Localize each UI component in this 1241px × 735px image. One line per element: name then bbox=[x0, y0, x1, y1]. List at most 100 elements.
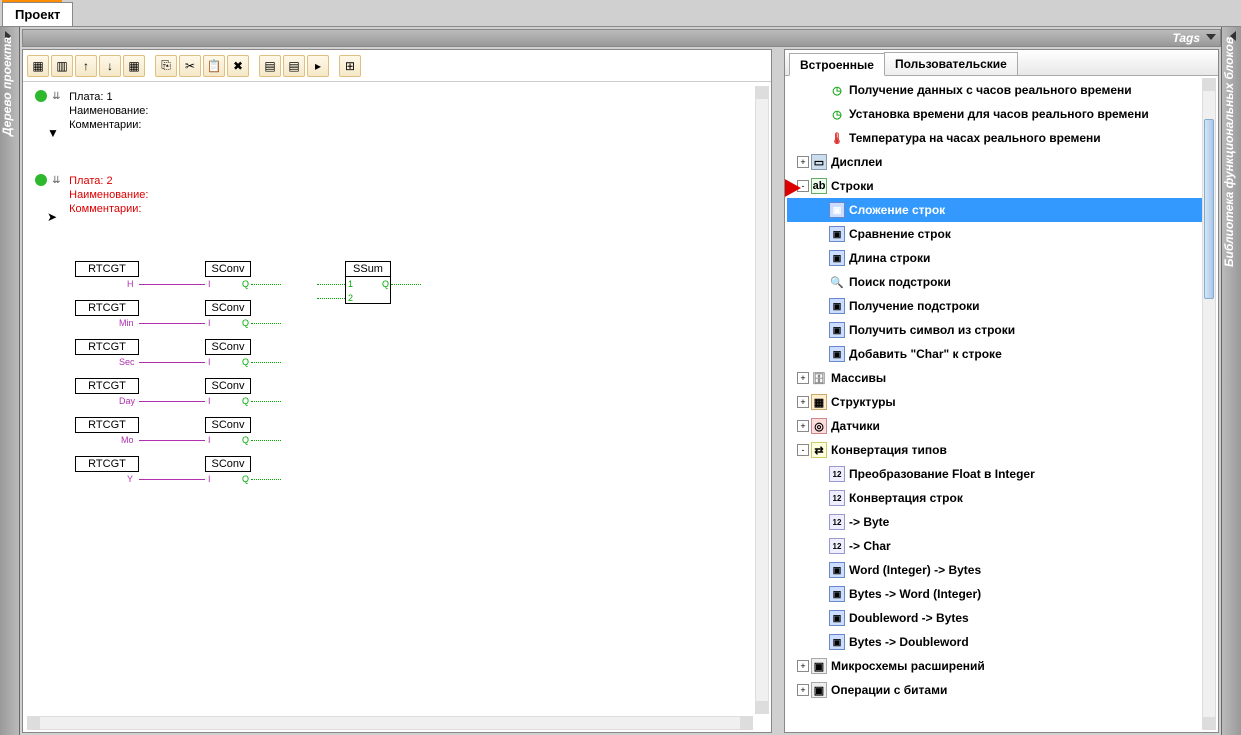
left-sidebar-collapsed[interactable]: Дерево проекта bbox=[0, 27, 20, 735]
block-sconv[interactable]: SConv bbox=[205, 378, 251, 394]
tree-item[interactable]: +▭Дисплеи bbox=[787, 150, 1202, 174]
tool-cut[interactable]: ✂ bbox=[179, 55, 201, 77]
block-rtcgt[interactable]: RTCGT bbox=[75, 261, 139, 277]
tree-item[interactable]: +▣Микросхемы расширений bbox=[787, 654, 1202, 678]
block-rtcgt[interactable]: RTCGT bbox=[75, 417, 139, 433]
tree-item[interactable]: +🗄Массивы bbox=[787, 366, 1202, 390]
tree-item[interactable]: +▦Структуры bbox=[787, 390, 1202, 414]
canvas-scrollbar-v[interactable] bbox=[755, 86, 769, 714]
string-icon: ab bbox=[811, 178, 827, 194]
scroll-up-icon[interactable] bbox=[1203, 79, 1215, 91]
highlight-arrow-icon bbox=[784, 178, 805, 198]
tool-btn-10[interactable]: ▤ bbox=[259, 55, 281, 77]
tree-item[interactable]: ▣Сложение строк bbox=[787, 198, 1202, 222]
tree-item[interactable]: 12Преобразование Float в Integer bbox=[787, 462, 1202, 486]
wire bbox=[251, 440, 281, 441]
canvas-toolbar: ▦ ▥ ↑ ↓ ▦ ⎘ ✂ 📋 ✖ ▤ ▤ ▸ ⊞ bbox=[23, 50, 771, 82]
tree-item[interactable]: ▣Сравнение строк bbox=[787, 222, 1202, 246]
tree-item[interactable]: 🌡Температура на часах реального времени bbox=[787, 126, 1202, 150]
expander-icon[interactable]: + bbox=[797, 372, 809, 384]
block-sconv[interactable]: SConv bbox=[205, 261, 251, 277]
tool-btn-13[interactable]: ⊞ bbox=[339, 55, 361, 77]
tool-btn-2[interactable]: ▥ bbox=[51, 55, 73, 77]
block-rtcgt[interactable]: RTCGT bbox=[75, 339, 139, 355]
tree-item[interactable]: 12-> Char bbox=[787, 534, 1202, 558]
scroll-right-icon[interactable] bbox=[740, 717, 752, 729]
tree-item[interactable]: -abСтроки bbox=[787, 174, 1202, 198]
block-rtcgt[interactable]: RTCGT bbox=[75, 456, 139, 472]
tab-builtin[interactable]: Встроенные bbox=[789, 53, 885, 76]
canvas-scrollbar-h[interactable] bbox=[27, 716, 753, 730]
expander-icon[interactable]: - bbox=[797, 444, 809, 456]
scroll-up-icon[interactable] bbox=[756, 87, 768, 99]
right-sidebar-collapsed[interactable]: Библиотека функциональных блоков bbox=[1221, 27, 1241, 735]
tool-down[interactable]: ↓ bbox=[99, 55, 121, 77]
scroll-down-icon[interactable] bbox=[756, 701, 768, 713]
fb-icon: ▣ bbox=[829, 202, 845, 218]
tree-item[interactable]: ▣Получение подстроки bbox=[787, 294, 1202, 318]
tree-item-label: -> Char bbox=[849, 539, 891, 553]
tree-item[interactable]: 12-> Byte bbox=[787, 510, 1202, 534]
tree-item[interactable]: ▣Получить символ из строки bbox=[787, 318, 1202, 342]
tree-item[interactable]: ▣Word (Integer) -> Bytes bbox=[787, 558, 1202, 582]
tool-btn-12[interactable]: ▸ bbox=[307, 55, 329, 77]
tool-btn-5[interactable]: ▦ bbox=[123, 55, 145, 77]
tree-item[interactable]: ▣Bytes -> Word (Integer) bbox=[787, 582, 1202, 606]
project-tab[interactable]: Проект bbox=[2, 2, 73, 26]
expander-icon[interactable]: + bbox=[797, 156, 809, 168]
scroll-down-icon[interactable] bbox=[1203, 717, 1215, 729]
wire bbox=[251, 284, 281, 285]
expander-icon[interactable]: + bbox=[797, 660, 809, 672]
tree-item-label: -> Byte bbox=[849, 515, 889, 529]
block-sconv[interactable]: SConv bbox=[205, 417, 251, 433]
search-icon: 🔍 bbox=[829, 274, 845, 290]
number-icon: 12 bbox=[829, 490, 845, 506]
tool-btn-11[interactable]: ▤ bbox=[283, 55, 305, 77]
scroll-left-icon[interactable] bbox=[28, 717, 40, 729]
block-rtcgt[interactable]: RTCGT bbox=[75, 300, 139, 316]
tags-bar[interactable]: Tags bbox=[22, 29, 1221, 47]
tree-item[interactable]: 12Конвертация строк bbox=[787, 486, 1202, 510]
tree-item[interactable]: -⇄Конвертация типов bbox=[787, 438, 1202, 462]
tree-item[interactable]: ▣Bytes -> Doubleword bbox=[787, 630, 1202, 654]
library-tree[interactable]: ◷ Получение данных с часов реального врем… bbox=[787, 78, 1202, 730]
expander-icon[interactable]: + bbox=[797, 684, 809, 696]
canvas-panel: ▦ ▥ ↑ ↓ ▦ ⎘ ✂ 📋 ✖ ▤ ▤ ▸ ⊞ ⇊ Плата: 1 bbox=[22, 49, 772, 733]
tool-copy[interactable]: ⎘ bbox=[155, 55, 177, 77]
fb-icon: ▣ bbox=[829, 250, 845, 266]
board-2[interactable]: ⇊ Плата: 2 Наименование: Комментарии: ➤ bbox=[35, 174, 148, 216]
block-sconv[interactable]: SConv bbox=[205, 456, 251, 472]
wire bbox=[251, 479, 281, 480]
block-sconv[interactable]: SConv bbox=[205, 300, 251, 316]
tree-item[interactable]: ▣Добавить "Char" к строке bbox=[787, 342, 1202, 366]
tree-item-label: Получение данных с часов реального време… bbox=[849, 83, 1132, 97]
canvas-body[interactable]: ⇊ Плата: 1 Наименование: Комментарии: ▼ … bbox=[27, 86, 753, 714]
scroll-thumb[interactable] bbox=[1204, 119, 1214, 299]
block-rtcgt[interactable]: RTCGT bbox=[75, 378, 139, 394]
tree-item[interactable]: ▣Длина строки bbox=[787, 246, 1202, 270]
tree-item-label: Сравнение строк bbox=[849, 227, 951, 241]
tree-item[interactable]: ◷Установка времени для часов реального в… bbox=[787, 102, 1202, 126]
tree-item[interactable]: +◎Датчики bbox=[787, 414, 1202, 438]
fb-icon: ▣ bbox=[829, 298, 845, 314]
block-ssum[interactable]: SSum bbox=[345, 261, 391, 277]
clock-icon: ◷ bbox=[829, 106, 845, 122]
tree-item-label: Конвертация типов bbox=[831, 443, 947, 457]
block-sconv[interactable]: SConv bbox=[205, 339, 251, 355]
fb-icon: ▣ bbox=[829, 346, 845, 362]
tool-btn-1[interactable]: ▦ bbox=[27, 55, 49, 77]
library-scrollbar-v[interactable] bbox=[1202, 78, 1216, 730]
tree-item-label: Дисплеи bbox=[831, 155, 882, 169]
tree-item[interactable]: ▣Doubleword -> Bytes bbox=[787, 606, 1202, 630]
tool-up[interactable]: ↑ bbox=[75, 55, 97, 77]
tree-item[interactable]: ◷Получение данных с часов реального врем… bbox=[787, 78, 1202, 102]
fb-icon: ▣ bbox=[829, 562, 845, 578]
tab-user[interactable]: Пользовательские bbox=[884, 52, 1018, 75]
tree-item[interactable]: +▣Операции с битами bbox=[787, 678, 1202, 702]
board-1[interactable]: ⇊ Плата: 1 Наименование: Комментарии: ▼ bbox=[35, 90, 148, 132]
tree-item[interactable]: 🔍Поиск подстроки bbox=[787, 270, 1202, 294]
tool-paste[interactable]: 📋 bbox=[203, 55, 225, 77]
expander-icon[interactable]: + bbox=[797, 396, 809, 408]
expander-icon[interactable]: + bbox=[797, 420, 809, 432]
tool-delete[interactable]: ✖ bbox=[227, 55, 249, 77]
